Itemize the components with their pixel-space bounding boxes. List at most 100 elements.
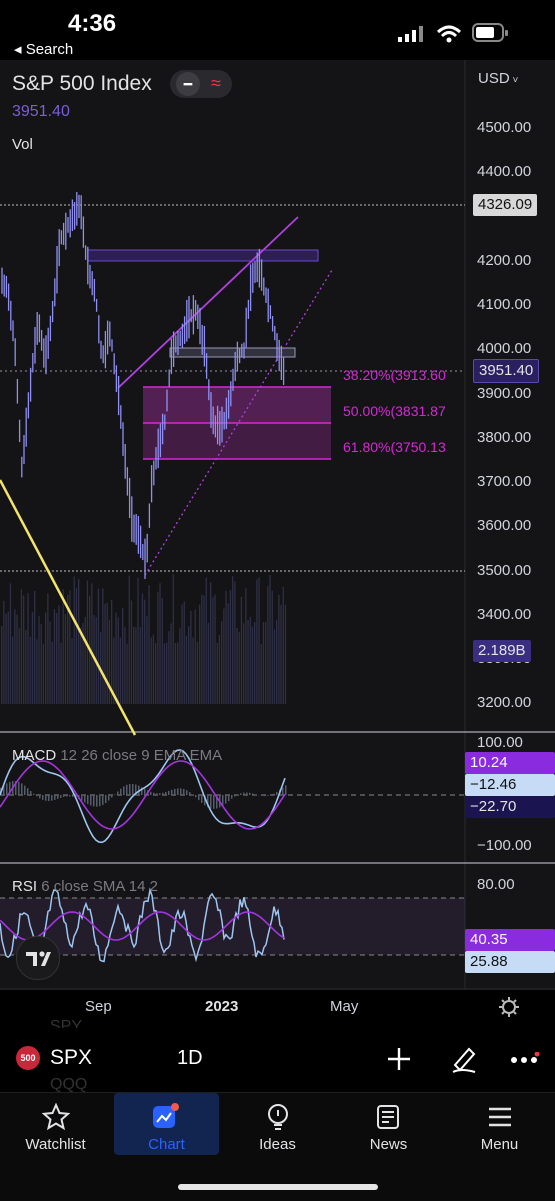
symbol-selector[interactable]: SPX <box>50 1046 92 1070</box>
volume-bar <box>173 574 174 704</box>
volume-bar <box>263 622 264 704</box>
minus-icon[interactable]: ━ <box>176 72 200 96</box>
volume-bar <box>232 576 233 704</box>
volume-bar <box>252 627 253 704</box>
volume-bar <box>197 642 198 704</box>
chart-mode-toggle[interactable]: ━ ≈ <box>170 70 232 98</box>
macd-hist-bar <box>66 795 68 796</box>
macd-hist-bar <box>114 794 116 795</box>
volume-bar <box>36 639 37 704</box>
fib-zone-1 <box>143 387 331 423</box>
legend-volume[interactable]: Vol <box>12 136 33 153</box>
volume-bar <box>115 613 116 704</box>
volume-bar <box>236 628 237 704</box>
macd-hist-bar <box>264 795 266 796</box>
volume-bar <box>223 609 224 704</box>
home-indicator <box>178 1184 378 1190</box>
macd-signal-tag: −12.46 <box>465 774 555 796</box>
drawing-pen-icon[interactable] <box>449 1043 479 1075</box>
tab-ideas[interactable]: Ideas <box>222 1093 333 1155</box>
tab-label: Chart <box>114 1136 219 1153</box>
volume-bar <box>118 617 119 704</box>
interval-selector[interactable]: 1D <box>177 1047 203 1070</box>
volume-bar <box>245 588 246 704</box>
volume-bar <box>3 601 4 704</box>
macd-hist-bar <box>276 792 278 795</box>
volume-bar <box>120 638 121 704</box>
lightbulb-icon <box>264 1103 292 1131</box>
macd-hist-bar <box>132 784 134 795</box>
volume-bar <box>129 576 130 704</box>
add-plus-icon[interactable] <box>386 1046 412 1072</box>
macd-hist-bar <box>159 793 161 795</box>
volume-bar <box>5 614 6 704</box>
volume-bar <box>195 609 196 704</box>
tradingview-logo[interactable] <box>16 936 60 980</box>
volume-bar <box>56 613 57 704</box>
volume-bar <box>153 635 154 704</box>
rsi-legend[interactable]: RSI 6 close SMA 14 2 <box>12 878 158 895</box>
volume-bar <box>221 621 222 704</box>
currency-selector[interactable]: USD ˅ <box>478 70 518 87</box>
status-time: 4:36 <box>68 10 116 38</box>
macd-hist-bar <box>45 795 47 801</box>
volume-bar <box>208 623 209 704</box>
macd-hist-bar <box>42 795 44 800</box>
volume-bar <box>30 637 31 704</box>
volume-bar <box>12 637 13 704</box>
volume-bar <box>212 597 213 704</box>
tab-watchlist[interactable]: Watchlist <box>0 1093 111 1155</box>
volume-bar <box>65 614 66 704</box>
tab-label: Ideas <box>222 1136 333 1153</box>
volume-bar <box>54 609 55 704</box>
wifi-icon <box>436 24 462 44</box>
macd-hist-bar <box>255 794 257 795</box>
macd-hist-bar <box>156 793 158 795</box>
tab-menu[interactable]: Menu <box>444 1093 555 1155</box>
macd-legend[interactable]: MACD 12 26 close 9 EMA EMA <box>12 747 222 764</box>
macd-hist-bar <box>48 795 50 801</box>
back-to-search-link[interactable]: ◂ Search <box>14 40 73 58</box>
macd-hist-bar <box>39 795 41 798</box>
macd-hist-bar <box>171 790 173 795</box>
volume-bar <box>265 622 266 704</box>
rsi-band <box>0 898 465 955</box>
price-label: 4000.00 <box>477 340 531 357</box>
volume-bar <box>69 590 70 704</box>
volume-bar <box>146 616 147 704</box>
macd-hist-bar <box>249 793 251 795</box>
price-label: 4500.00 <box>477 119 531 136</box>
volume-bar <box>32 612 33 704</box>
price-chart-canvas[interactable] <box>0 60 555 990</box>
macd-hist-bar <box>177 788 179 795</box>
macd-hist-bar <box>234 795 236 796</box>
wave-icon[interactable]: ≈ <box>204 71 228 95</box>
fib-label-500: 50.00%(3831.87 <box>343 403 465 419</box>
macd-hist-bar <box>180 788 182 795</box>
tab-news[interactable]: News <box>333 1093 444 1155</box>
price-label: 3200.00 <box>477 694 531 711</box>
volume-bar <box>261 644 262 704</box>
macd-hist-bar <box>243 793 245 795</box>
settings-gear-icon[interactable] <box>498 996 520 1018</box>
macd-hist-tag: −22.70 <box>465 796 555 818</box>
more-options-icon[interactable] <box>510 1052 540 1068</box>
macd-hist-bar <box>54 795 56 800</box>
macd-hist-bar <box>63 795 65 797</box>
battery-icon <box>472 22 510 44</box>
volume-bar <box>234 581 235 704</box>
chart-icon <box>152 1103 180 1131</box>
macd-hist-bar <box>102 795 104 805</box>
fib-label-382: 38.20%(3913.60 <box>343 367 465 383</box>
volume-bars <box>1 574 286 704</box>
macd-hist-bar <box>198 795 200 800</box>
macd-hist-bar <box>213 795 215 809</box>
macd-hist-bar <box>168 791 170 795</box>
macd-hist-bar <box>27 788 29 795</box>
volume-bar <box>157 592 158 704</box>
tab-chart[interactable]: Chart <box>114 1093 219 1155</box>
symbol-title[interactable]: S&P 500 Index <box>12 72 152 96</box>
volume-bar <box>256 579 257 704</box>
volume-bar <box>186 636 187 704</box>
macd-hist-bar <box>174 789 176 795</box>
